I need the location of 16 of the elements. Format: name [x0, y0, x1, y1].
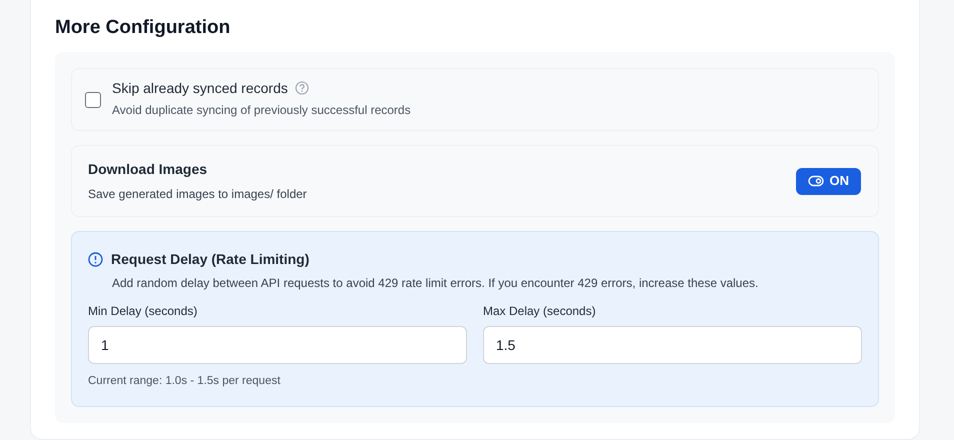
delay-input[interactable]: 1.5 [483, 326, 862, 364]
panel-title: Request Delay (Rate Limiting) [111, 250, 310, 269]
field-label: Max Delay (seconds) [483, 303, 596, 320]
skip-synced-checkbox[interactable] [85, 92, 101, 108]
section-title: More Configuration [55, 16, 230, 40]
info-icon [88, 252, 103, 267]
option-description: Avoid duplicate syncing of previously successful records [112, 102, 411, 118]
panel-description: Add random delay between API requests to avoid 429 rate limit errors. If you encounter 429 errors, increase these values. [112, 275, 760, 292]
option-label: Skip already synced records [112, 78, 288, 98]
download-images-toggle[interactable]: ON [796, 168, 861, 194]
field-label: Min Delay (seconds) [88, 303, 198, 320]
option-description: Save generated images to images/ folder [88, 186, 307, 203]
option-label: Download Images [88, 160, 208, 179]
delay-input[interactable]: 1 [88, 326, 467, 364]
range-hint: Current range: 1.0s - 1.5s per request [88, 374, 280, 389]
toggle-icon [808, 175, 824, 187]
